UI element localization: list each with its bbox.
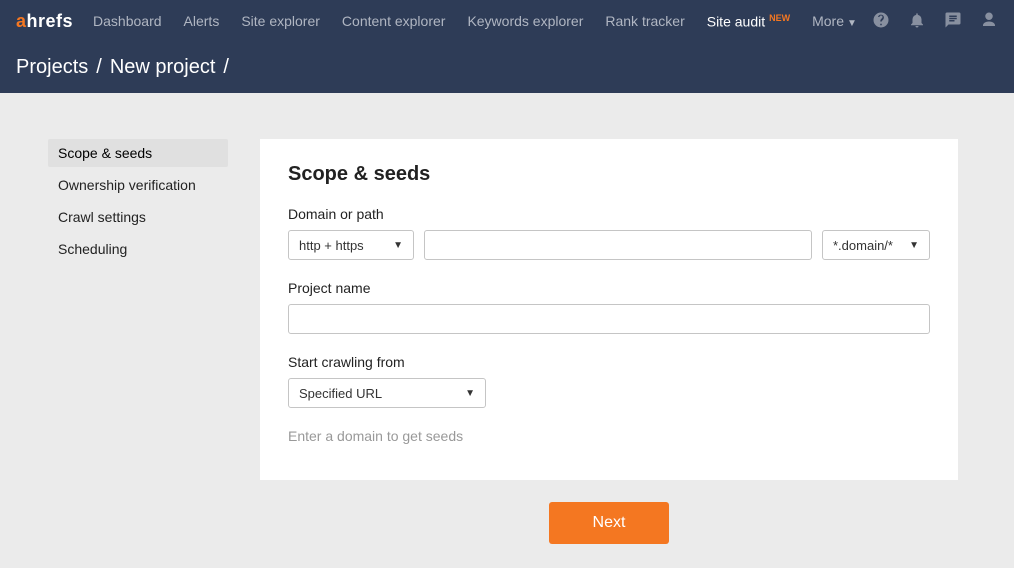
nav-items: Dashboard Alerts Site explorer Content e… bbox=[93, 13, 872, 30]
domain-label: Domain or path bbox=[288, 206, 930, 222]
start-value: Specified URL bbox=[299, 386, 382, 401]
content-area: Scope & seeds Ownership verification Cra… bbox=[0, 93, 1014, 568]
protocol-select[interactable]: http + https ▼ bbox=[288, 230, 414, 260]
sidebar-item-scope-seeds[interactable]: Scope & seeds bbox=[48, 139, 228, 167]
sidebar-item-ownership[interactable]: Ownership verification bbox=[48, 171, 228, 199]
nav-site-explorer[interactable]: Site explorer bbox=[241, 13, 320, 29]
chevron-down-icon: ▼ bbox=[847, 18, 857, 29]
breadcrumb-current: New project bbox=[110, 56, 216, 79]
start-row: Specified URL ▼ bbox=[288, 378, 930, 408]
scope-select[interactable]: *.domain/* ▼ bbox=[822, 230, 930, 260]
start-label: Start crawling from bbox=[288, 354, 930, 370]
nav-content-explorer[interactable]: Content explorer bbox=[342, 13, 446, 29]
chevron-down-icon: ▼ bbox=[465, 388, 475, 399]
page-title: Scope & seeds bbox=[288, 163, 930, 186]
nav-dashboard[interactable]: Dashboard bbox=[93, 13, 162, 29]
sidebar: Scope & seeds Ownership verification Cra… bbox=[48, 139, 228, 544]
project-name-input[interactable] bbox=[288, 304, 930, 334]
sidebar-item-crawl-settings[interactable]: Crawl settings bbox=[48, 203, 228, 231]
nav-alerts[interactable]: Alerts bbox=[184, 13, 220, 29]
logo[interactable]: ahrefs bbox=[16, 11, 73, 32]
nav-keywords-explorer[interactable]: Keywords explorer bbox=[467, 13, 583, 29]
top-icons bbox=[872, 11, 998, 32]
bell-icon[interactable] bbox=[908, 11, 926, 32]
protocol-value: http + https bbox=[299, 238, 364, 253]
nav-site-audit[interactable]: Site audit NEW bbox=[707, 13, 790, 30]
domain-row: http + https ▼ *.domain/* ▼ bbox=[288, 230, 930, 260]
start-select[interactable]: Specified URL ▼ bbox=[288, 378, 486, 408]
form-card: Scope & seeds Domain or path http + http… bbox=[260, 139, 958, 480]
top-nav: ahrefs Dashboard Alerts Site explorer Co… bbox=[0, 0, 1014, 42]
nav-more[interactable]: More▼ bbox=[812, 13, 857, 29]
breadcrumb: Projects / New project / bbox=[0, 42, 1014, 93]
main-panel: Scope & seeds Domain or path http + http… bbox=[260, 139, 958, 544]
footer: Next bbox=[260, 502, 958, 544]
breadcrumb-root[interactable]: Projects bbox=[16, 56, 88, 79]
chevron-down-icon: ▼ bbox=[909, 240, 919, 251]
hint-text: Enter a domain to get seeds bbox=[288, 428, 930, 444]
project-name-row bbox=[288, 304, 930, 334]
sidebar-item-scheduling[interactable]: Scheduling bbox=[48, 235, 228, 263]
breadcrumb-sep-end: / bbox=[223, 56, 229, 79]
domain-input[interactable] bbox=[424, 230, 812, 260]
help-icon[interactable] bbox=[872, 11, 890, 32]
chat-icon[interactable] bbox=[944, 11, 962, 32]
user-icon[interactable] bbox=[980, 11, 998, 32]
nav-more-label: More bbox=[812, 13, 844, 29]
nav-site-audit-label: Site audit bbox=[707, 13, 765, 29]
nav-rank-tracker[interactable]: Rank tracker bbox=[605, 13, 684, 29]
breadcrumb-sep: / bbox=[96, 56, 102, 79]
project-name-label: Project name bbox=[288, 280, 930, 296]
next-button[interactable]: Next bbox=[549, 502, 670, 544]
logo-rest: hrefs bbox=[27, 11, 74, 32]
new-badge: NEW bbox=[769, 13, 790, 23]
scope-value: *.domain/* bbox=[833, 238, 893, 253]
logo-a: a bbox=[16, 11, 27, 32]
chevron-down-icon: ▼ bbox=[393, 240, 403, 251]
